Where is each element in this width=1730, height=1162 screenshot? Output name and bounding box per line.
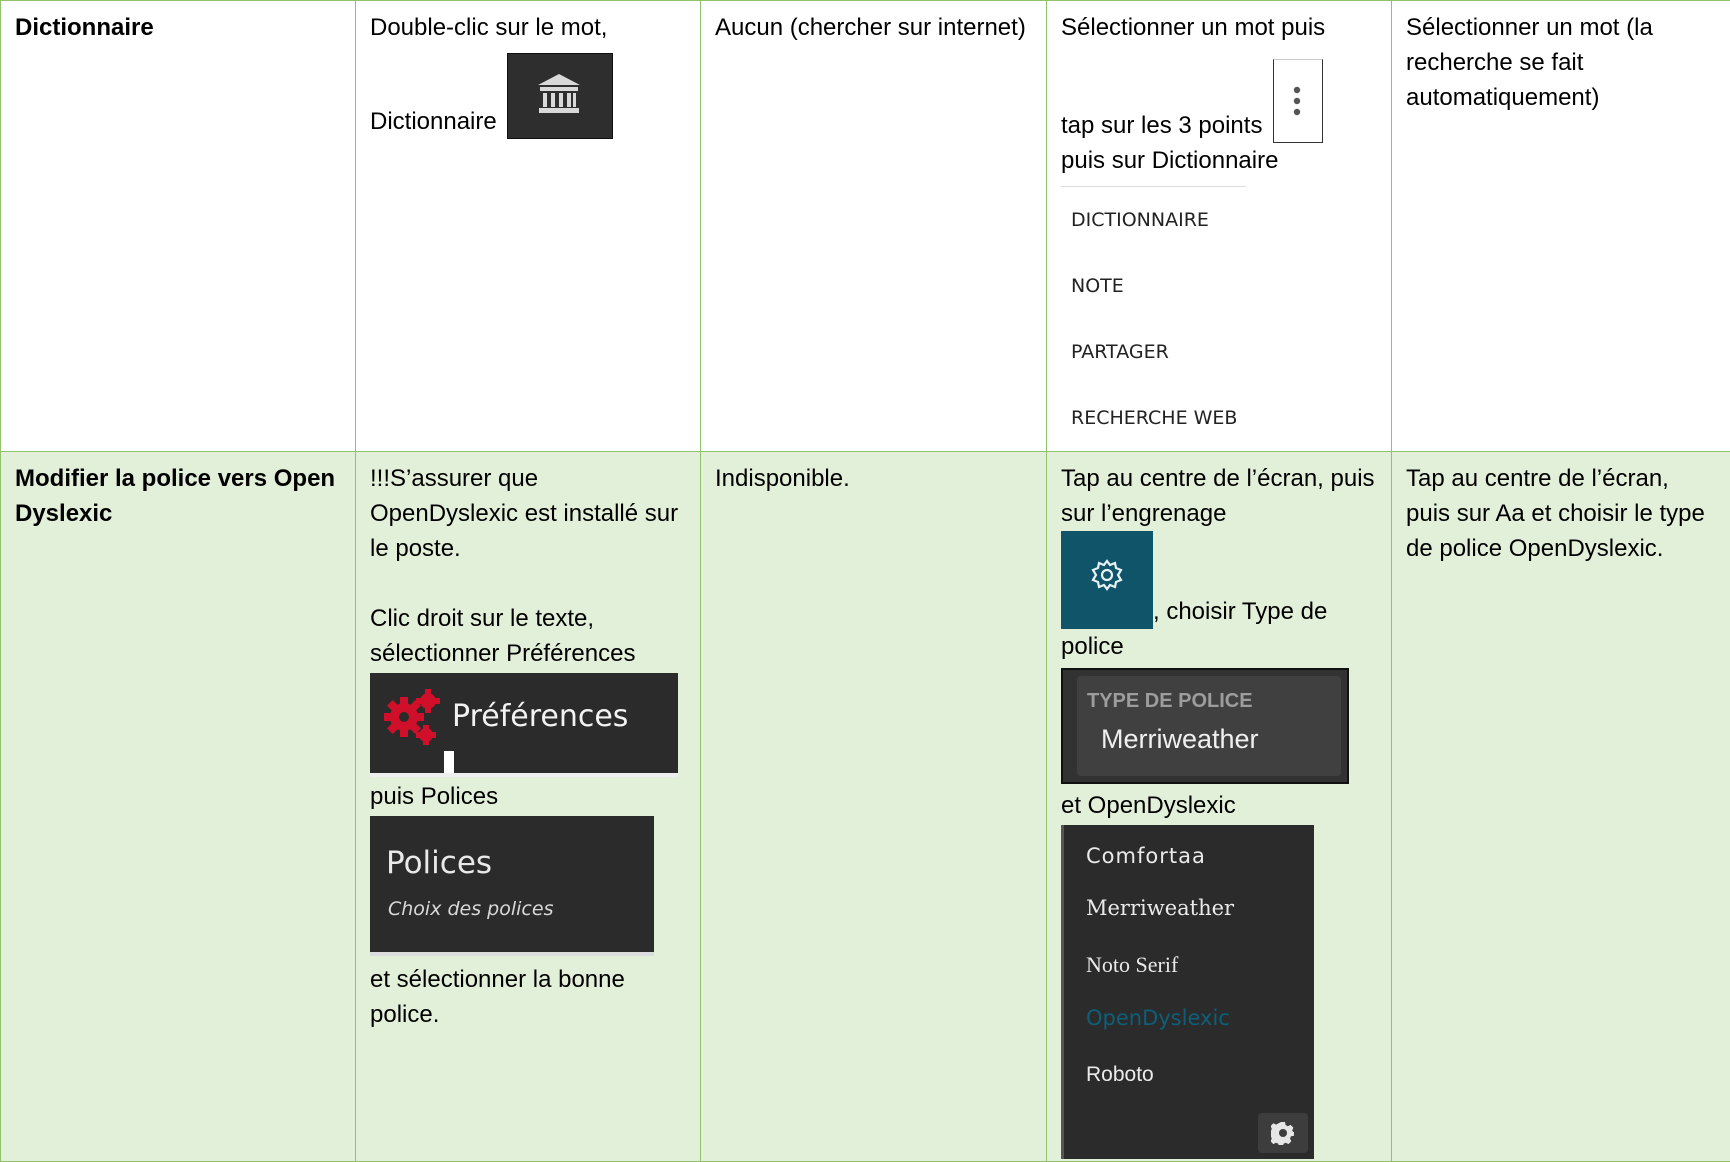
table-cell: Aucun (chercher sur internet) bbox=[701, 1, 1047, 452]
font-type-label: TYPE DE POLICE bbox=[1087, 684, 1253, 719]
table-cell: Tap au centre de l’écran, puis sur l’eng… bbox=[1047, 452, 1392, 1162]
bank-icon bbox=[507, 53, 613, 139]
context-menu: DICTIONNAIRE NOTE PARTAGER RECHERCHE WEB bbox=[1061, 186, 1246, 451]
cell-text: et OpenDyslexic bbox=[1061, 788, 1377, 823]
mouse-cursor bbox=[444, 751, 454, 773]
font-type-selector[interactable]: TYPE DE POLICE Merriweather bbox=[1061, 668, 1349, 784]
table-row: Modifier la police vers Open Dyslexic !!… bbox=[1, 452, 1730, 1162]
polices-title: Polices bbox=[386, 846, 492, 881]
polices-menu-item[interactable]: Polices Choix des polices bbox=[370, 816, 654, 956]
cell-text: tap sur les 3 points bbox=[1061, 112, 1262, 139]
preferences-label: Préférences bbox=[452, 699, 628, 734]
menu-item-dictionnaire[interactable]: DICTIONNAIRE bbox=[1061, 187, 1246, 253]
table-cell: Sélectionner un mot puis tap sur les 3 p… bbox=[1047, 1, 1392, 452]
font-option-noto-serif[interactable]: Noto Serif bbox=[1086, 947, 1178, 982]
table-cell: !!!S’assurer que OpenDyslexic est instal… bbox=[356, 452, 701, 1162]
font-option-roboto[interactable]: Roboto bbox=[1086, 1057, 1154, 1092]
font-dropdown-list: Comfortaa Merriweather Noto Serif OpenDy… bbox=[1061, 825, 1314, 1159]
row-header: Dictionnaire bbox=[1, 1, 356, 452]
comparison-table: Dictionnaire Double-clic sur le mot, Dic… bbox=[0, 0, 1730, 1162]
menu-item-partager[interactable]: PARTAGER bbox=[1061, 319, 1246, 385]
font-type-value: Merriweather bbox=[1101, 722, 1259, 757]
font-option-opendyslexic[interactable]: OpenDyslexic bbox=[1086, 1001, 1230, 1036]
table-cell: Indisponible. bbox=[701, 452, 1047, 1162]
cell-text: Tap au centre de l’écran, puis sur l’eng… bbox=[1061, 461, 1377, 531]
menu-item-recherche-web[interactable]: RECHERCHE WEB bbox=[1061, 385, 1246, 451]
preferences-menu-item[interactable]: Préférences bbox=[370, 673, 678, 777]
cell-text: et sélectionner la bonne police. bbox=[370, 962, 686, 1032]
cell-text: Clic droit sur le texte, sélectionner Pr… bbox=[370, 601, 686, 671]
font-option-comfortaa[interactable]: Comfortaa bbox=[1086, 839, 1206, 874]
font-option-merriweather[interactable]: Merriweather bbox=[1086, 891, 1234, 926]
settings-gear-button[interactable] bbox=[1061, 531, 1153, 629]
gear-icon bbox=[1271, 1121, 1295, 1145]
cell-text: Dictionnaire bbox=[370, 108, 497, 135]
cell-text: Sélectionner un mot puis bbox=[1061, 10, 1377, 45]
table-cell: Tap au centre de l’écran, puis sur Aa et… bbox=[1392, 452, 1730, 1162]
gear-icon bbox=[1091, 559, 1123, 591]
cell-text: puis sur Dictionnaire bbox=[1061, 143, 1377, 178]
document-page: Dictionnaire Double-clic sur le mot, Dic… bbox=[0, 0, 1730, 1137]
row-header: Modifier la police vers Open Dyslexic bbox=[1, 452, 356, 1162]
polices-subtitle: Choix des polices bbox=[388, 892, 553, 927]
cell-text: puis Polices bbox=[370, 779, 686, 814]
cell-text: Double-clic sur le mot, bbox=[370, 10, 686, 45]
table-cell: Sélectionner un mot (la recherche se fai… bbox=[1392, 1, 1730, 452]
more-vert-icon bbox=[1273, 59, 1323, 143]
cell-text: !!!S’assurer que OpenDyslexic est instal… bbox=[370, 461, 686, 566]
table-cell: Double-clic sur le mot, Dictionnaire bbox=[356, 1, 701, 452]
settings-button[interactable] bbox=[1258, 1113, 1308, 1153]
menu-item-note[interactable]: NOTE bbox=[1061, 253, 1246, 319]
table-row: Dictionnaire Double-clic sur le mot, Dic… bbox=[1, 1, 1730, 452]
gears-icon bbox=[382, 687, 442, 759]
